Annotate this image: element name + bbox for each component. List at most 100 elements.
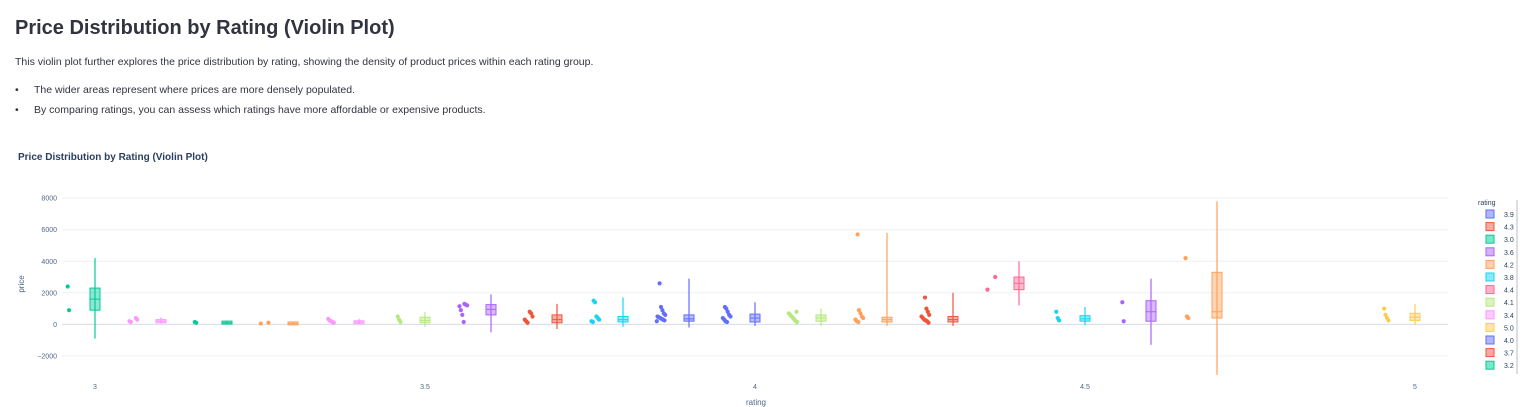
y-tick-label: 0 <box>53 322 57 329</box>
legend-item: 3.2 <box>1485 360 1514 370</box>
data-point <box>594 314 599 319</box>
y-tick-label: 6000 <box>41 227 57 234</box>
legend-label: 3.7 <box>1504 351 1514 358</box>
data-point <box>462 301 467 306</box>
legend-label: 3.2 <box>1504 363 1514 370</box>
box-iqr <box>1211 271 1223 319</box>
x-tick-label: 3 <box>93 384 97 391</box>
data-point <box>1183 256 1188 261</box>
violin-3.1 <box>127 315 167 325</box>
violin-3.8 <box>589 297 629 327</box>
legend-item: 3.8 <box>1485 272 1514 282</box>
data-point <box>127 319 132 324</box>
mark-layer <box>65 201 1421 375</box>
legend-item: 4.2 <box>1485 259 1514 269</box>
legend-swatch <box>1485 322 1495 332</box>
legend-title: rating <box>1478 200 1496 207</box>
chart-title: Price Distribution by Rating (Violin Plo… <box>18 152 208 163</box>
data-point <box>1055 315 1060 321</box>
data-point <box>985 287 990 292</box>
y-tick-label: −2000 <box>37 353 57 360</box>
violin-4.7 <box>1183 201 1223 375</box>
violin-3.7 <box>522 303 563 330</box>
page-description: This violin plot further explores the pr… <box>15 56 594 68</box>
violin-5.0 <box>1382 303 1421 326</box>
legend-label: 3.9 <box>1504 212 1514 219</box>
legend-label: 4.3 <box>1504 225 1514 232</box>
violin-chart: Price Distribution by Rating (Violin Plo… <box>17 152 1518 407</box>
data-point <box>1382 306 1387 311</box>
x-tick-label: 4 <box>753 384 757 391</box>
bullet-list: • The wider areas represent where prices … <box>15 80 486 120</box>
legend-swatch <box>1485 247 1495 257</box>
violin-4.5 <box>1054 307 1091 326</box>
data-point <box>1383 312 1388 317</box>
data-point <box>654 319 659 324</box>
legend-swatch <box>1485 209 1495 219</box>
data-point <box>1120 300 1125 305</box>
data-point <box>458 308 463 313</box>
data-point <box>192 319 197 325</box>
bullet-item: • By comparing ratings, you can assess wh… <box>15 100 486 120</box>
legend-swatch <box>1485 310 1495 320</box>
data-point <box>720 315 725 321</box>
data-point <box>919 314 924 319</box>
data-point <box>527 309 532 314</box>
data-point <box>722 304 728 310</box>
violin-4.3 <box>919 292 959 326</box>
box-iqr <box>1145 300 1157 322</box>
data-point <box>589 319 594 324</box>
legend-item: 3.7 <box>1485 348 1514 358</box>
data-point <box>786 311 791 316</box>
bullet-marker: • <box>15 84 19 96</box>
data-point <box>460 312 465 317</box>
data-point <box>853 317 858 322</box>
data-point <box>1121 319 1126 324</box>
legend-label: 3.6 <box>1504 250 1514 257</box>
y-tick-label: 4000 <box>41 259 57 266</box>
data-point <box>922 295 928 300</box>
box-iqr <box>551 314 563 324</box>
legend-swatch <box>1485 234 1495 244</box>
violin-3.3 <box>258 320 299 326</box>
data-point <box>522 317 527 322</box>
legend-item: 3.6 <box>1485 247 1514 257</box>
tick-layer: −2000 0 2000 4000 6000 8000 3 3.5 4 4.5 5 <box>37 196 1417 391</box>
bullet-text: The wider areas represent where prices a… <box>34 84 356 96</box>
x-axis-label: rating <box>746 398 766 407</box>
legend-swatch <box>1485 259 1495 269</box>
legend-item: 3.4 <box>1485 310 1514 320</box>
violin-4.2 <box>853 232 893 326</box>
data-point <box>856 308 862 313</box>
bullet-text: By comparing ratings, you can assess whi… <box>34 104 486 116</box>
violin-3.0 <box>65 258 101 339</box>
legend-item: 5.0 <box>1485 322 1514 332</box>
legend-swatch <box>1485 348 1495 358</box>
data-point <box>461 319 466 325</box>
legend-swatch <box>1485 272 1495 282</box>
legend-label: 4.0 <box>1504 338 1514 345</box>
legend-label: 4.1 <box>1504 300 1514 307</box>
violin-4.6 <box>1120 278 1157 345</box>
legend-label: 4.2 <box>1504 262 1514 269</box>
legend-label: 5.0 <box>1504 325 1514 332</box>
page-title: Price Distribution by Rating (Violin Plo… <box>15 17 395 39</box>
legend-swatch <box>1485 285 1495 295</box>
data-point <box>657 281 662 286</box>
data-point <box>855 232 860 237</box>
legend-item: 4.0 <box>1485 335 1514 345</box>
box-iqr <box>683 314 695 322</box>
data-point <box>924 306 929 311</box>
legend-label: 4.4 <box>1504 288 1514 295</box>
legend-item: 4.4 <box>1485 285 1514 295</box>
y-tick-label: 8000 <box>41 196 57 203</box>
legend-swatch <box>1485 360 1495 370</box>
violin-4.1 <box>786 308 827 326</box>
data-point <box>1054 309 1059 314</box>
x-tick-label: 3.5 <box>420 384 430 391</box>
data-point <box>65 284 70 289</box>
data-point <box>258 321 263 326</box>
legend-swatch <box>1485 222 1495 232</box>
violin-4.4 <box>985 261 1025 306</box>
data-point <box>658 304 664 310</box>
